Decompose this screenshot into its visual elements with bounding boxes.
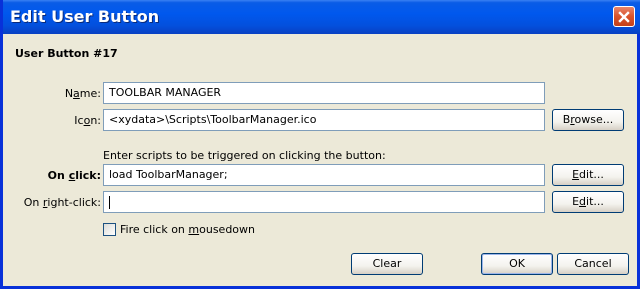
clear-button[interactable]: Clear [351,253,423,275]
close-button[interactable] [613,6,635,27]
fire-on-mousedown-label: Fire click on mousedown [120,223,256,236]
scripts-instruction: Enter scripts to be triggered on clickin… [103,149,386,162]
user-button-heading: User Button #17 [15,47,118,60]
fire-on-mousedown-option[interactable]: Fire click on mousedown [103,223,255,236]
onclick-edit-button[interactable]: Edit... [552,164,624,186]
fire-on-mousedown-checkbox[interactable] [103,223,116,236]
cancel-button[interactable]: Cancel [557,253,629,275]
onclick-script-input[interactable]: load ToolbarManager; [103,164,545,186]
title-bar[interactable]: Edit User Button [3,0,640,34]
dialog-body: User Button #17 Name: TOOLBAR MANAGER Ic… [3,34,637,286]
ok-button[interactable]: OK [481,253,553,275]
name-input[interactable]: TOOLBAR MANAGER [103,82,545,104]
onclick-script-value: load ToolbarManager; [109,168,228,181]
onrightclick-label: On right-click: [23,196,101,209]
close-icon [618,10,630,23]
text-caret [109,195,110,209]
name-label: Name: [64,87,101,100]
icon-path-value: <xydata>\Scripts\ToolbarManager.ico [109,113,317,126]
onrightclick-edit-button[interactable]: Edit... [552,191,624,213]
onrightclick-script-input[interactable] [103,191,545,213]
name-value: TOOLBAR MANAGER [109,86,222,99]
icon-label: Icon: [74,114,101,127]
window-title: Edit User Button [10,7,160,26]
browse-button[interactable]: Browse... [552,109,624,131]
icon-path-input[interactable]: <xydata>\Scripts\ToolbarManager.ico [103,109,545,131]
onclick-label: On click: [47,169,101,182]
